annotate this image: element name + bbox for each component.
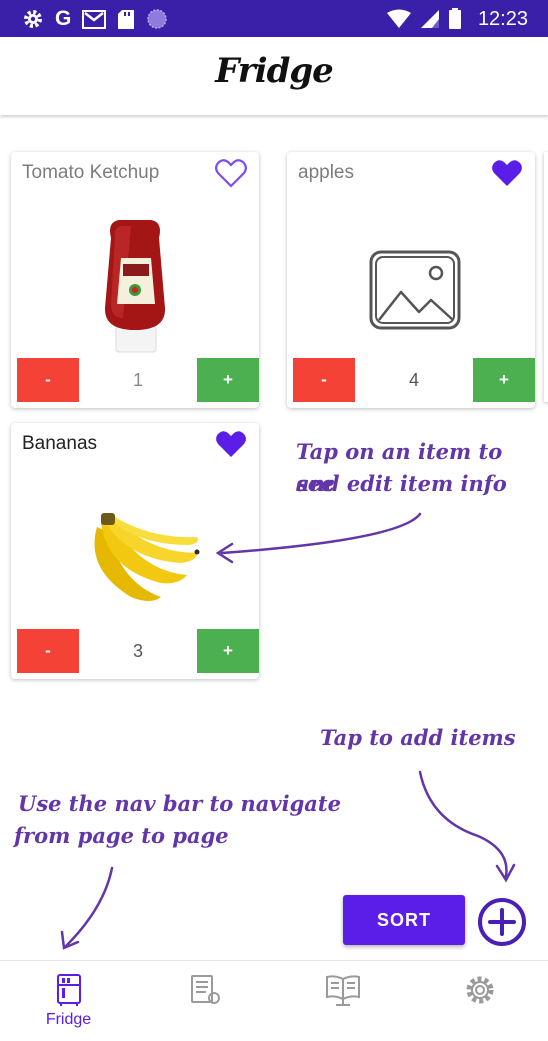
heart-outline-icon[interactable] <box>215 158 247 188</box>
nav-tip-line1: Use the nav bar to navigate <box>18 791 341 816</box>
battery-icon <box>448 8 462 30</box>
sd-card-icon <box>117 9 135 30</box>
nav-item-list[interactable] <box>137 961 274 1041</box>
item-name: apples <box>298 162 354 183</box>
decrement-button[interactable]: - <box>293 358 355 402</box>
item-card-partial[interactable] <box>544 152 548 402</box>
bananas-image <box>11 479 259 629</box>
item-card-bananas[interactable]: Bananas - 3 + <box>11 423 259 679</box>
bottom-nav: Fridge <box>0 960 548 1041</box>
nav-item-fridge[interactable]: Fridge <box>0 961 137 1041</box>
status-bar: G 12:23 <box>0 0 548 37</box>
status-icons-right: 12:23 <box>386 7 528 31</box>
arrow-to-nav <box>64 866 114 948</box>
ketchup-image <box>11 208 259 358</box>
nav-label-fridge: Fridge <box>45 1011 92 1028</box>
nav-item-recipes[interactable] <box>274 961 411 1041</box>
item-quantity: 1 <box>132 370 143 390</box>
circle-icon <box>146 8 168 30</box>
fridge-icon <box>56 974 81 1006</box>
sort-button[interactable]: SORT <box>343 895 465 945</box>
item-quantity: 4 <box>408 370 419 390</box>
google-icon: G <box>55 7 72 30</box>
increment-button[interactable]: + <box>197 629 259 673</box>
clock: 12:23 <box>477 7 528 30</box>
placeholder-image-icon <box>287 208 535 358</box>
decrement-button[interactable]: - <box>17 358 79 402</box>
gmail-icon <box>82 9 107 29</box>
increment-button[interactable]: + <box>473 358 535 402</box>
signal-icon <box>420 9 440 29</box>
heart-filled-icon[interactable] <box>215 429 247 459</box>
arrow-to-add <box>418 770 508 878</box>
app-bar: Fridge <box>0 37 548 115</box>
add-tip: Tap to add items <box>320 725 516 750</box>
heart-filled-icon[interactable] <box>491 158 523 188</box>
nav-item-settings[interactable] <box>411 961 548 1041</box>
item-tip-line2: and edit item info <box>296 471 507 496</box>
add-item-icon[interactable] <box>477 897 527 947</box>
item-name: Bananas <box>22 433 98 454</box>
wifi-icon <box>386 9 412 29</box>
item-card-apples[interactable]: apples - 4 + <box>287 152 535 408</box>
gear-icon <box>466 976 493 1004</box>
decrement-button[interactable]: - <box>17 629 79 673</box>
increment-button[interactable]: + <box>197 358 259 402</box>
recipe-book-icon <box>325 975 360 1006</box>
nav-tip-line2: from page to page <box>14 823 229 848</box>
list-icon <box>190 975 220 1004</box>
settings-icon <box>22 8 44 30</box>
item-card-ketchup[interactable]: Tomato Ketchup - 1 + <box>11 152 259 408</box>
item-name: Tomato Ketchup <box>22 162 160 183</box>
status-icons-left: G <box>22 7 168 31</box>
item-quantity: 3 <box>132 641 143 661</box>
page-title: Fridge <box>215 51 334 91</box>
